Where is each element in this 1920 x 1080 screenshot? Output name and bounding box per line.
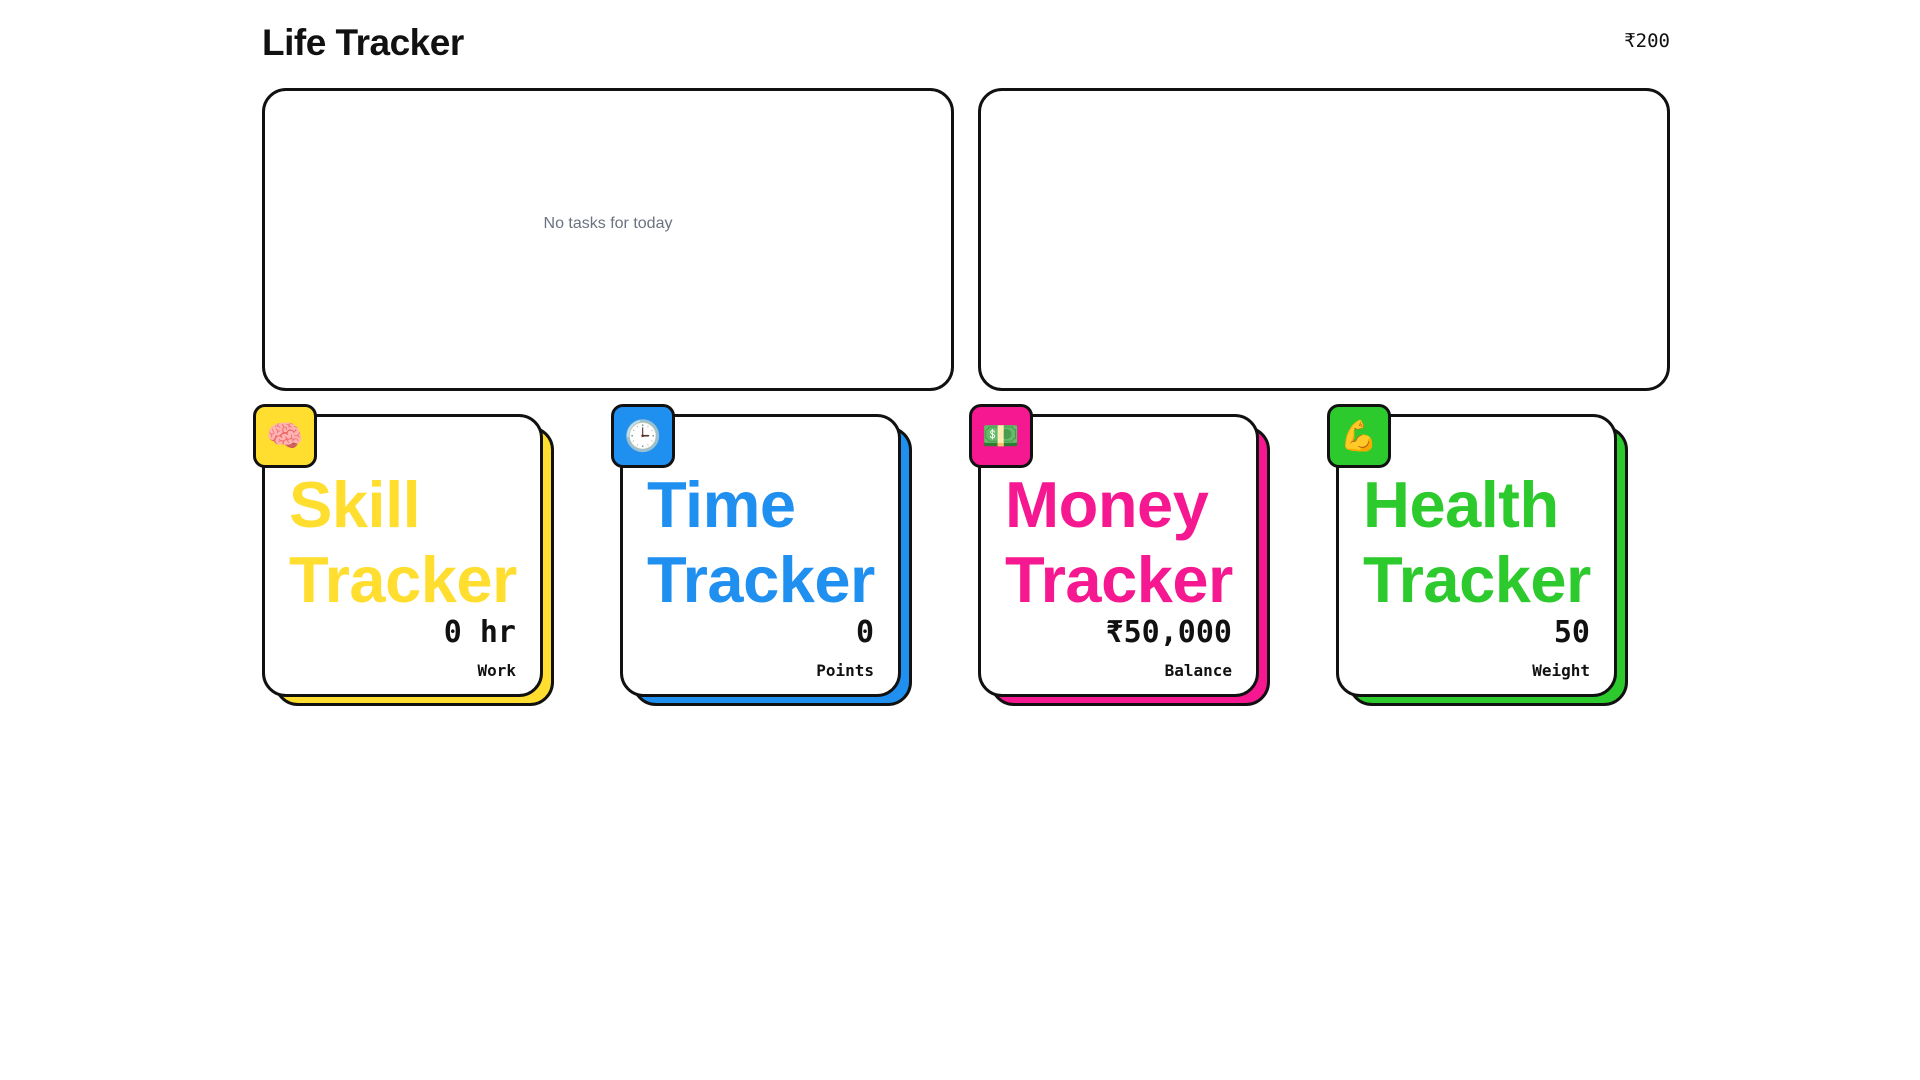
card-label: Work — [477, 661, 516, 680]
card-title: Money Tracker — [1005, 467, 1233, 617]
card-face: 💪 Health Tracker 50 Weight — [1327, 404, 1617, 697]
app: Life Tracker ₹200 No tasks for today 🧠 S… — [0, 0, 1920, 1080]
card-label: Balance — [1164, 661, 1232, 680]
card-label: Weight — [1532, 661, 1590, 680]
money-tracker-card[interactable]: 💵 Money Tracker ₹50,000 Balance — [969, 404, 1270, 709]
clock-icon: 🕒 — [611, 404, 675, 468]
card-title-line1: Money — [1005, 468, 1209, 541]
card-face: 🧠 Skill Tracker 0 hr Work — [253, 404, 543, 697]
empty-tasks-message: No tasks for today — [543, 215, 673, 232]
card-title-line1: Time — [647, 468, 796, 541]
secondary-panel — [978, 88, 1670, 391]
skill-tracker-card[interactable]: 🧠 Skill Tracker 0 hr Work — [253, 404, 554, 709]
page-title: Life Tracker — [262, 22, 464, 63]
card-label: Points — [816, 661, 874, 680]
balance-display: ₹200 — [1624, 30, 1670, 52]
card-title: Time Tracker — [647, 467, 875, 617]
card-title-line2: Tracker — [1005, 543, 1233, 616]
tracker-cards: 🧠 Skill Tracker 0 hr Work 🕒 Time Tracker — [253, 404, 1670, 714]
card-value: ₹50,000 — [1105, 615, 1232, 650]
card-face: 🕒 Time Tracker 0 Points — [611, 404, 901, 697]
tasks-panel: No tasks for today — [262, 88, 954, 391]
flexed-biceps-icon: 💪 — [1327, 404, 1391, 468]
card-value: 0 hr — [443, 615, 516, 650]
card-value: 50 — [1553, 615, 1590, 650]
card-title-line1: Health — [1363, 468, 1559, 541]
card-title-line2: Tracker — [1363, 543, 1591, 616]
health-tracker-card[interactable]: 💪 Health Tracker 50 Weight — [1327, 404, 1628, 709]
card-title-line1: Skill — [289, 468, 421, 541]
brain-icon: 🧠 — [253, 404, 317, 468]
header: Life Tracker ₹200 — [262, 0, 1670, 88]
card-title-line2: Tracker — [647, 543, 875, 616]
card-face: 💵 Money Tracker ₹50,000 Balance — [969, 404, 1259, 697]
time-tracker-card[interactable]: 🕒 Time Tracker 0 Points — [611, 404, 912, 709]
card-title: Health Tracker — [1363, 467, 1591, 617]
main-container: Life Tracker ₹200 No tasks for today 🧠 S… — [253, 0, 1670, 706]
panels: No tasks for today — [262, 88, 1670, 391]
card-title-line2: Tracker — [289, 543, 517, 616]
money-icon: 💵 — [969, 404, 1033, 468]
card-title: Skill Tracker — [289, 467, 517, 617]
card-value: 0 — [855, 615, 874, 650]
